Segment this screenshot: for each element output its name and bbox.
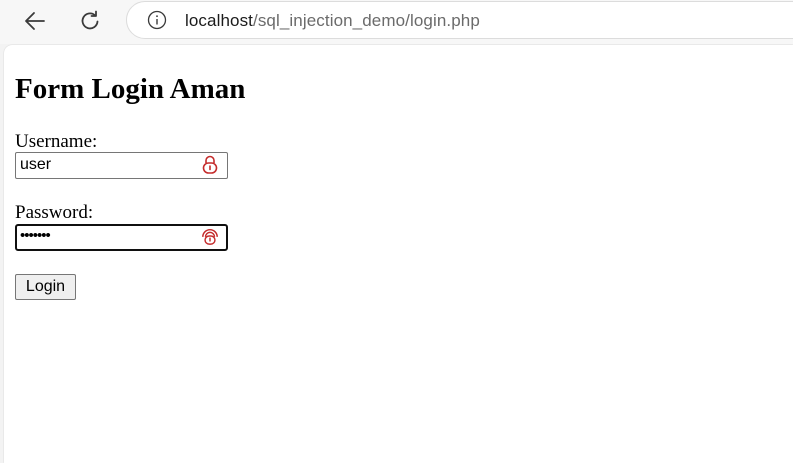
- password-input[interactable]: •••••••: [15, 224, 228, 251]
- password-value: •••••••: [20, 227, 51, 244]
- back-arrow-icon: [25, 12, 45, 30]
- login-button[interactable]: Login: [15, 274, 76, 300]
- page-content: Form Login Aman Username: user Password:…: [4, 45, 793, 463]
- password-label: Password:: [15, 202, 94, 223]
- url-text[interactable]: localhost/sql_injection_demo/login.php: [185, 11, 480, 31]
- username-input[interactable]: user: [15, 152, 228, 179]
- page-title: Form Login Aman: [15, 73, 246, 105]
- site-info-icon[interactable]: [147, 10, 167, 30]
- back-button[interactable]: [20, 6, 50, 36]
- reload-button[interactable]: [75, 6, 105, 36]
- address-bar[interactable]: localhost/sql_injection_demo/login.php: [126, 1, 793, 39]
- url-path: /sql_injection_demo/login.php: [253, 11, 480, 30]
- password-manager-icon[interactable]: [201, 155, 219, 175]
- password-manager-icon[interactable]: [201, 226, 219, 246]
- url-host: localhost: [185, 11, 253, 30]
- username-label: Username:: [15, 131, 98, 152]
- username-value: user: [20, 156, 52, 173]
- reload-icon: [81, 10, 99, 30]
- browser-toolbar: localhost/sql_injection_demo/login.php: [0, 0, 793, 44]
